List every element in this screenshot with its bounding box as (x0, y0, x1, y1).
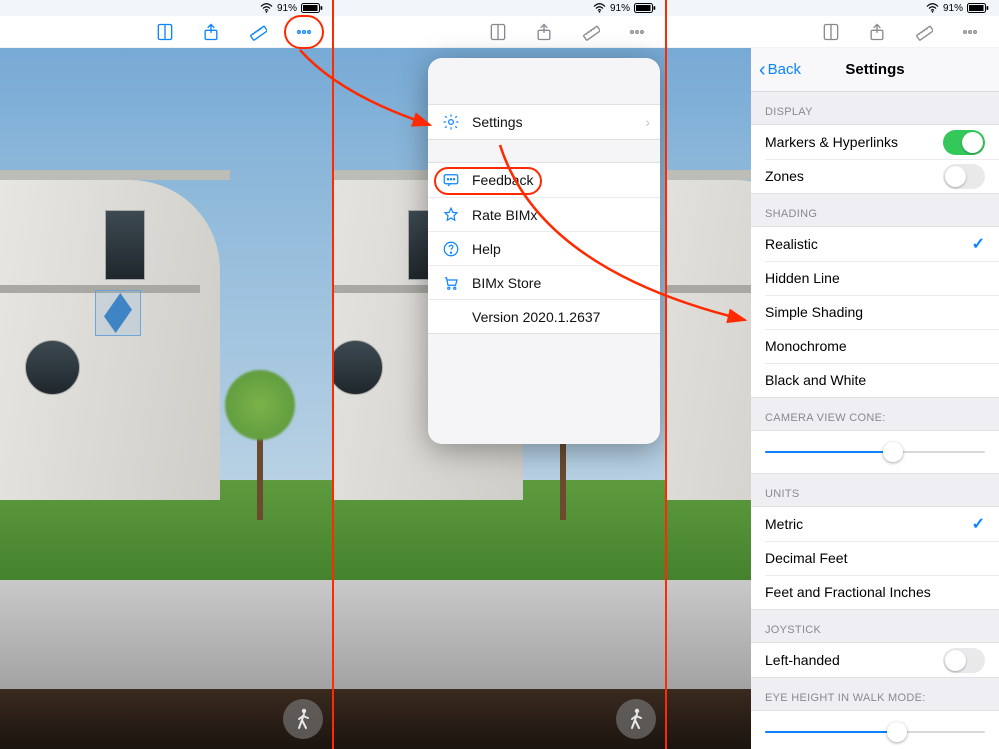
wifi-icon (593, 3, 606, 13)
toggle-zones[interactable] (943, 164, 985, 189)
row-decimal-feet[interactable]: Decimal Feet (751, 541, 999, 575)
row-left-handed[interactable]: Left-handed (751, 643, 999, 677)
more-icon[interactable] (626, 22, 648, 42)
menu-item-version: Version 2020.1.2637 (428, 299, 660, 333)
row-zones[interactable]: Zones (751, 159, 999, 193)
gear-icon (442, 113, 460, 131)
section-shading: Shading (751, 194, 999, 226)
menu-item-help[interactable]: Help (428, 231, 660, 265)
row-label: Feet and Fractional Inches (765, 584, 931, 600)
row-monochrome[interactable]: Monochrome (751, 329, 999, 363)
bookmarks-icon[interactable] (488, 22, 508, 42)
row-simple-shading[interactable]: Simple Shading (751, 295, 999, 329)
wifi-icon (260, 3, 273, 13)
battery-icon (301, 3, 323, 13)
row-label: Decimal Feet (765, 550, 847, 566)
check-icon: ✓ (972, 514, 985, 534)
chevron-left-icon: ‹ (759, 60, 766, 80)
wifi-icon (926, 3, 939, 13)
toggle-markers[interactable] (943, 130, 985, 155)
settings-title: Settings (845, 61, 904, 78)
row-label: Left-handed (765, 652, 840, 668)
section-display: Display (751, 92, 999, 124)
more-menu-popover: Settings › Feedback Rate BIMx (428, 58, 660, 444)
section-joystick: Joystick (751, 610, 999, 642)
walk-mode-button[interactable] (616, 699, 656, 739)
menu-label: Help (472, 241, 501, 257)
menu-label: BIMx Store (472, 275, 541, 291)
menu-label: Rate BIMx (472, 207, 537, 223)
toggle-left-handed[interactable] (943, 648, 985, 673)
battery-icon (967, 3, 989, 13)
check-icon: ✓ (972, 234, 985, 254)
viewport-3d[interactable] (0, 0, 333, 749)
hyperlink-marker[interactable] (95, 290, 141, 336)
back-label: Back (768, 61, 801, 78)
row-label: Hidden Line (765, 270, 840, 286)
row-label: Simple Shading (765, 304, 863, 320)
menu-label: Settings (472, 114, 523, 130)
row-label: Realistic (765, 236, 818, 252)
row-label: Zones (765, 168, 804, 184)
menu-label: Feedback (472, 172, 533, 188)
back-button[interactable]: ‹ Back (759, 60, 801, 80)
share-icon[interactable] (201, 22, 221, 42)
more-icon[interactable] (959, 22, 981, 42)
bookmarks-icon[interactable] (155, 22, 175, 42)
status-bar: 91% (0, 0, 333, 16)
toolbar (333, 16, 666, 48)
row-label: Monochrome (765, 338, 847, 354)
row-label: Metric (765, 516, 803, 532)
section-units: Units (751, 474, 999, 506)
share-icon[interactable] (534, 22, 554, 42)
chevron-right-icon: › (645, 114, 650, 130)
status-bar: 91% (333, 0, 666, 16)
row-metric[interactable]: Metric ✓ (751, 507, 999, 541)
measure-icon[interactable] (913, 22, 933, 42)
battery-icon (634, 3, 656, 13)
row-label: Black and White (765, 372, 866, 388)
toolbar (0, 16, 333, 48)
menu-item-rate[interactable]: Rate BIMx (428, 197, 660, 231)
slider-eye-height[interactable] (765, 721, 985, 743)
row-hidden-line[interactable]: Hidden Line (751, 261, 999, 295)
chat-icon (442, 171, 460, 189)
settings-sheet: ‹ Back Settings Display Markers & Hyperl… (751, 48, 999, 749)
panel-step-2: 91% Settings › (333, 0, 666, 749)
share-icon[interactable] (867, 22, 887, 42)
star-icon (442, 206, 460, 224)
walk-mode-button[interactable] (283, 699, 323, 739)
more-icon[interactable] (293, 22, 315, 42)
cart-icon (442, 274, 460, 292)
menu-item-settings[interactable]: Settings › (428, 105, 660, 139)
panel-step-3: 91% ‹ Back Settings Display (666, 0, 999, 749)
status-bar: 91% (666, 0, 999, 16)
toolbar (666, 16, 999, 48)
menu-item-store[interactable]: BIMx Store (428, 265, 660, 299)
section-eye-height: Eye Height in Walk Mode: (751, 678, 999, 710)
section-camera: Camera View Cone: (751, 398, 999, 430)
row-black-white[interactable]: Black and White (751, 363, 999, 397)
row-label: Markers & Hyperlinks (765, 134, 898, 150)
menu-label: Version 2020.1.2637 (472, 309, 600, 325)
battery-percent: 91% (943, 3, 963, 14)
bookmarks-icon[interactable] (821, 22, 841, 42)
help-icon (442, 240, 460, 258)
row-realistic[interactable]: Realistic ✓ (751, 227, 999, 261)
battery-percent: 91% (277, 3, 297, 14)
measure-icon[interactable] (247, 22, 267, 42)
row-feet-fractional[interactable]: Feet and Fractional Inches (751, 575, 999, 609)
battery-percent: 91% (610, 3, 630, 14)
menu-item-feedback[interactable]: Feedback (428, 163, 660, 197)
slider-camera-cone[interactable] (765, 441, 985, 463)
measure-icon[interactable] (580, 22, 600, 42)
row-markers[interactable]: Markers & Hyperlinks (751, 125, 999, 159)
panel-step-1: 91% (0, 0, 333, 749)
